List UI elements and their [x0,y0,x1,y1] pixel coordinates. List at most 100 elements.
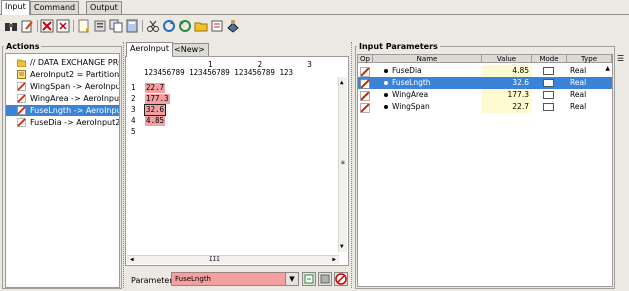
tree-node-icon [384,93,388,97]
input-parameters-title: Input Parameters [357,42,440,51]
line-number: 3 [131,105,136,114]
vertical-scrollbar[interactable]: ▲ ▼ ≡ [338,77,347,252]
param-value[interactable]: 22.7 [482,101,532,113]
line-number: 5 [131,127,136,136]
pencil-icon [17,94,26,103]
apply-icon [304,274,314,284]
no-entry-icon [335,273,347,285]
ruler-units: 123456789 123456789 123456789 123 [144,68,294,77]
cut-icon[interactable] [146,19,160,33]
list-icon[interactable] [93,19,107,33]
mode-input-icon[interactable] [543,103,554,111]
list-item[interactable]: FuseDia -> AeroInput2.w [6,117,119,128]
line-number: 4 [131,116,136,125]
calc-icon[interactable] [125,19,139,33]
actions-title: Actions [4,42,42,51]
list-item[interactable]: AeroInput2 = Partitioner / [6,69,120,80]
scroll-up-icon[interactable]: ▲ [340,79,344,86]
table-settings-icon[interactable]: ☰ [617,54,624,63]
pencil-icon [17,106,26,115]
list-item-selected[interactable]: FuseLngth -> AeroInput2. [6,105,119,116]
pencil-icon [17,118,26,127]
table-row-selected[interactable]: FuseLngth 32.6 Real [358,77,612,89]
column-header-op[interactable]: Op [358,55,373,63]
scroll-grip-icon[interactable]: ≡ [341,159,345,166]
list-item[interactable]: WingArea -> AeroInput2.v [6,93,119,104]
table-row[interactable]: WingSpan 22.7 Real [358,101,612,113]
param-type: Real [570,90,587,99]
mode-input-icon[interactable] [543,91,554,99]
parameter-select[interactable]: FuseLngth [171,272,296,286]
doc-icon [17,70,26,79]
delete-x-icon[interactable] [40,19,54,33]
add-doc-icon[interactable] [77,19,91,33]
param-value[interactable]: 32.6 [482,77,532,89]
toolbar-separator [73,20,74,32]
refresh-icon[interactable] [162,19,176,33]
tab-divider [0,14,629,15]
line-number: 1 [131,83,136,92]
list-item[interactable]: // DATA EXCHANGE PRO [6,57,120,68]
scroll-down-icon[interactable]: ▼ [340,243,344,250]
tools-icon[interactable] [210,19,224,33]
column-header-value[interactable]: Value [482,55,532,63]
param-name: WingArea [392,90,429,99]
tab-new[interactable]: <New> [170,43,209,56]
tab-aeroinput[interactable]: AeroInput [126,42,173,57]
action-label: FuseLngth -> AeroInput2. [30,106,119,115]
param-name: FuseLngth [392,78,431,87]
stamp-icon[interactable] [226,19,240,33]
mode-input-icon[interactable] [543,79,554,87]
action-label: // DATA EXCHANGE PRO [30,58,120,67]
table-header: Op Name Value Mode Type [358,55,612,63]
mode-input-icon[interactable] [543,67,554,75]
param-name: FuseDia [392,66,422,75]
tree-node-icon [384,105,388,109]
line-value-active[interactable]: 32.6 [143,104,167,116]
top-tab-bar: Input Command Output [0,0,629,15]
pencil-icon[interactable] [360,102,370,114]
line-value[interactable]: 22.7 [145,83,166,93]
toolbar [0,16,629,38]
apply-button[interactable] [302,272,316,286]
scroll-left-icon[interactable]: ◀ [130,256,134,263]
horizontal-scrollbar[interactable]: ◀ III ▶ [127,255,339,264]
list-icon [320,274,330,284]
table-row[interactable]: FuseDia 4.85 Real [358,65,612,77]
splitter[interactable] [351,42,353,288]
cancel-button[interactable] [334,272,348,286]
folder-icon [17,59,26,67]
line-value[interactable]: 177.3 [145,94,170,104]
tab-input[interactable]: Input [1,0,30,15]
toolbar-separator [142,20,143,32]
line-value[interactable]: 4.85 [145,116,166,126]
column-header-type[interactable]: Type [567,55,612,63]
column-header-name[interactable]: Name [373,55,482,63]
tree-node-icon [384,69,388,73]
param-value[interactable]: 177.3 [482,89,532,101]
list-button[interactable] [318,272,332,286]
parameter-label: Parameter [131,276,173,285]
scroll-grip[interactable]: III [209,256,220,264]
chevron-down-icon[interactable]: ▼ [285,272,299,286]
copy-icon[interactable] [109,19,123,33]
scroll-up-icon[interactable]: ▲ [605,65,610,72]
list-item[interactable]: WingSpan -> AeroInput2. [6,81,119,92]
param-value[interactable]: 4.85 [482,65,532,77]
reload-icon[interactable] [178,19,192,33]
param-type: Real [570,78,587,87]
scroll-right-icon[interactable]: ▶ [332,256,336,263]
action-label: AeroInput2 = Partitioner / [30,70,120,79]
action-label: FuseDia -> AeroInput2.w [30,117,119,128]
tree-node-icon [384,81,388,85]
tab-command[interactable]: Command [30,1,80,14]
table-row[interactable]: WingArea 177.3 Real [358,89,612,101]
editor-panel[interactable]: 1 2 3 4 123456789 123456789 123456789 12… [125,56,362,266]
binoculars-icon[interactable] [4,19,18,33]
edit-doc-icon[interactable] [20,19,34,33]
tab-output[interactable]: Output [86,1,122,14]
folder-icon[interactable] [194,19,208,33]
line-number: 2 [131,94,136,103]
delete-box-icon[interactable] [56,19,70,33]
column-header-mode[interactable]: Mode [532,55,567,63]
